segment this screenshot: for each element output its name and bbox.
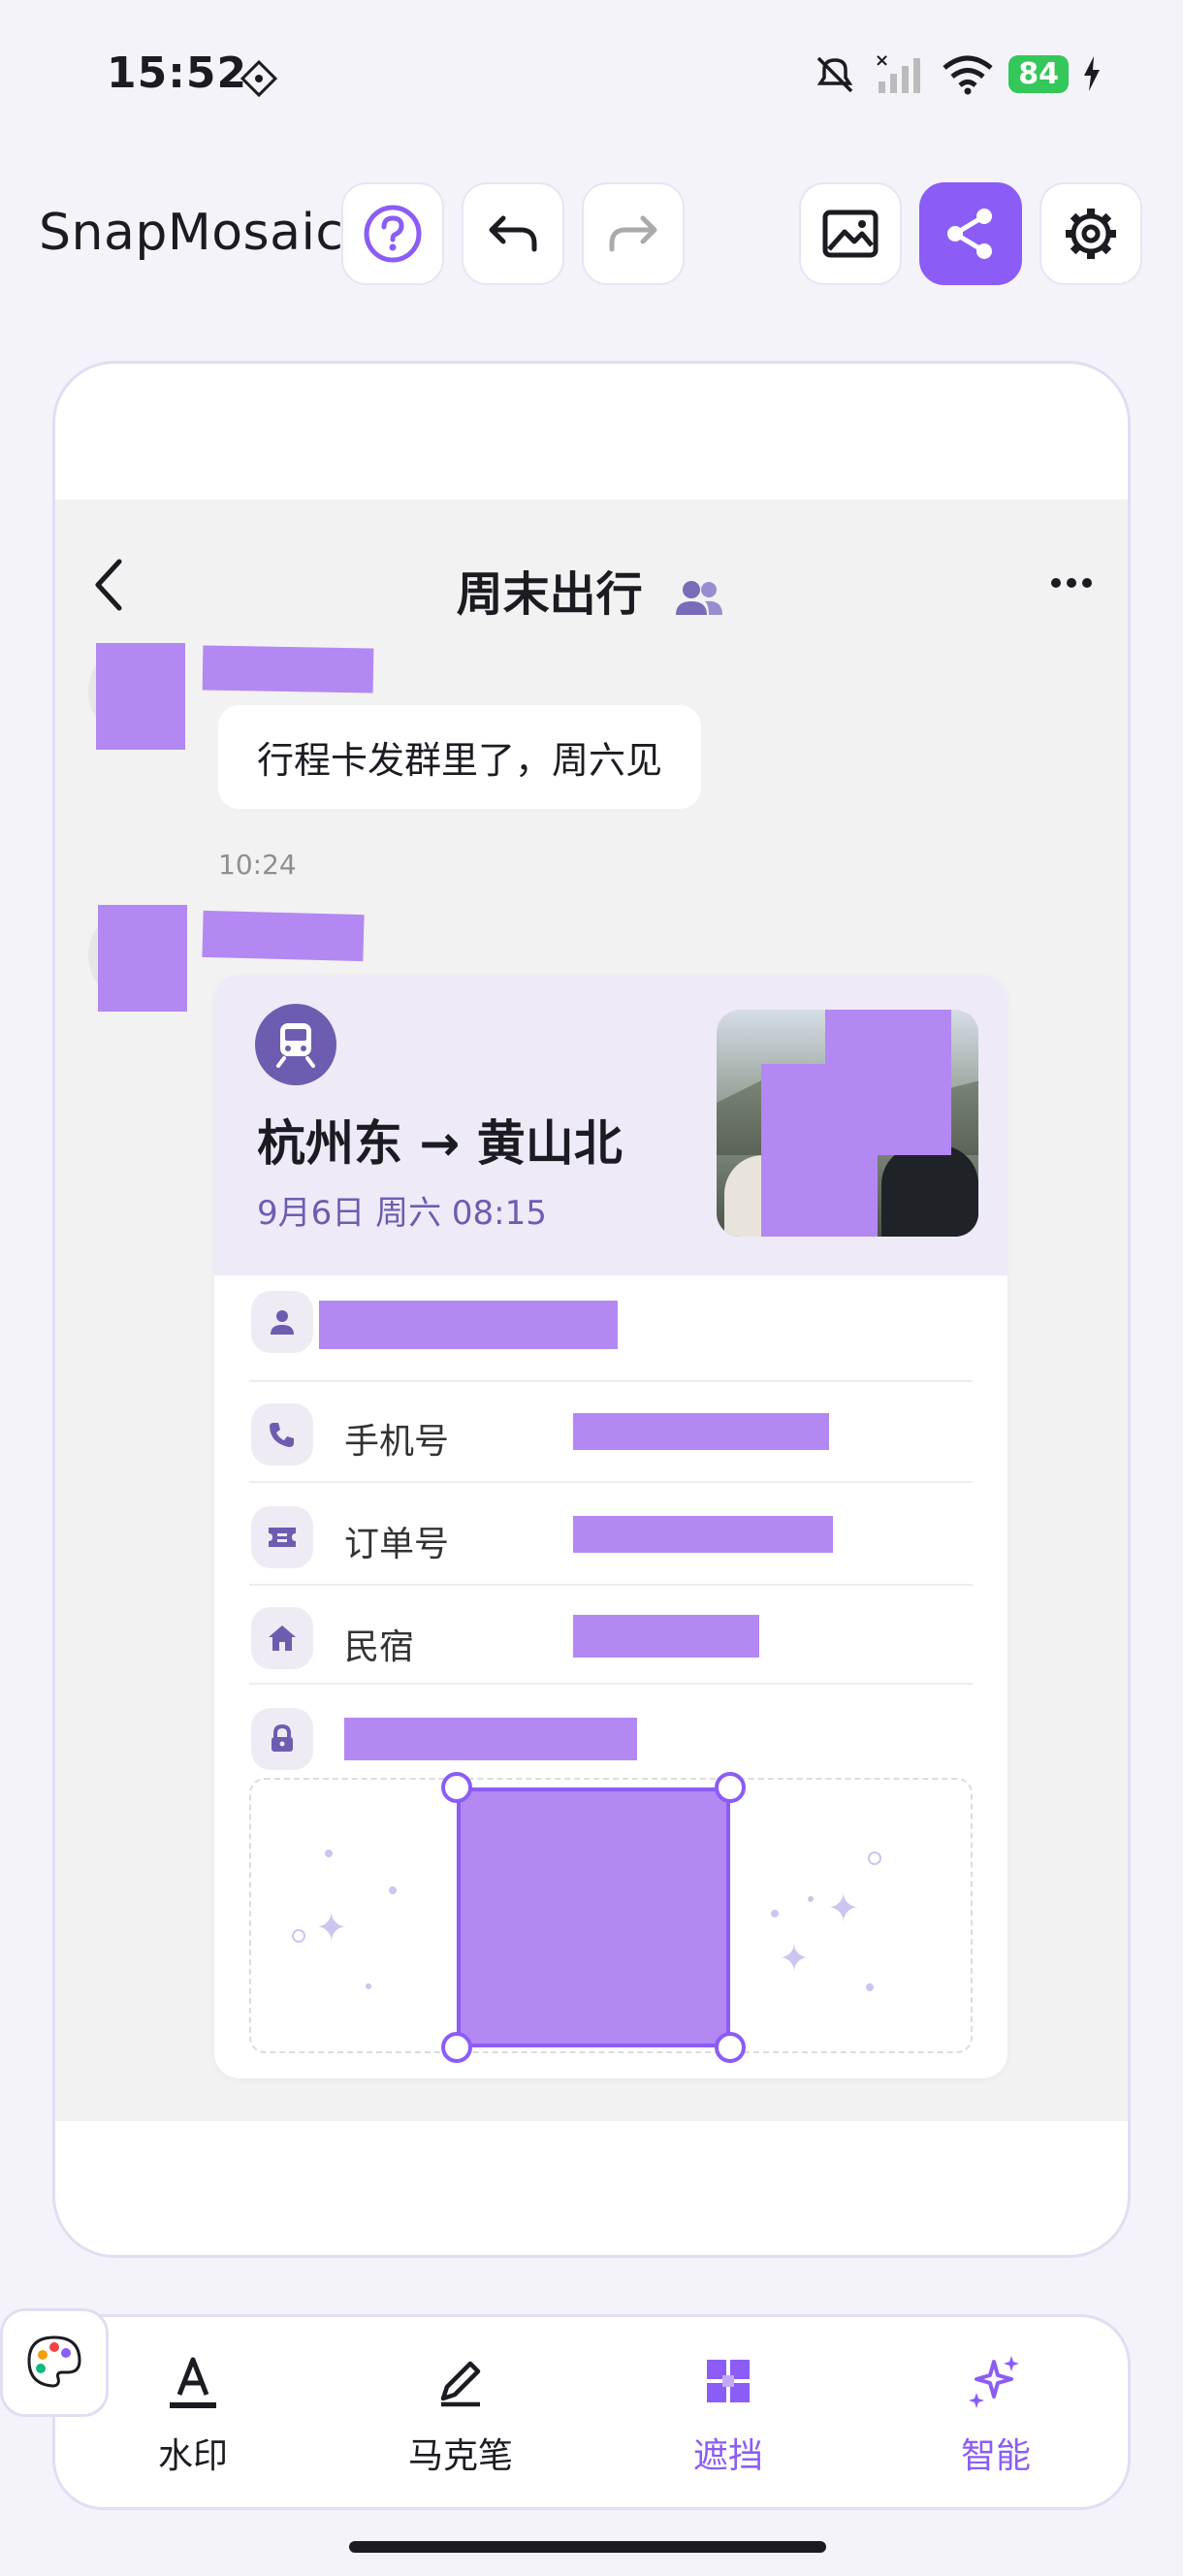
row-divider <box>249 1683 973 1685</box>
status-icons: × 84 <box>811 50 1102 97</box>
mosaic-redaction[interactable] <box>573 1516 833 1553</box>
row-divider <box>249 1481 973 1483</box>
color-palette-button[interactable] <box>0 2308 109 2417</box>
bottom-toolbar: 水印 马克笔 遮挡 智能 <box>52 2314 1131 2510</box>
more-options-icon <box>1051 578 1092 588</box>
app-notification-icon <box>240 59 278 98</box>
help-icon <box>364 205 422 263</box>
mosaic-redaction[interactable] <box>96 643 185 750</box>
gear-icon <box>1066 209 1116 259</box>
settings-button[interactable] <box>1039 182 1142 285</box>
phone-icon <box>251 1403 313 1465</box>
tool-label: 智能 <box>960 2436 1031 2476</box>
resize-handle-top-left[interactable] <box>441 1772 472 1803</box>
tool-mosaic[interactable]: 遮挡 <box>631 2350 825 2478</box>
chat-title: 周末出行 <box>55 556 1128 624</box>
active-mosaic-selection[interactable] <box>457 1787 730 2047</box>
svg-text:×: × <box>875 50 889 71</box>
lock-icon <box>251 1708 313 1770</box>
tool-label: 马克笔 <box>407 2436 513 2476</box>
redo-icon <box>609 215 657 252</box>
trip-card-header: 杭州东 → 黄山北 9月6日 周六 08:15 <box>214 975 1007 1275</box>
charging-icon <box>1084 56 1100 91</box>
home-icon <box>251 1607 313 1669</box>
image-button[interactable] <box>799 182 902 285</box>
tool-marker[interactable]: 马克笔 <box>364 2350 558 2478</box>
tool-smart[interactable]: 智能 <box>899 2350 1093 2478</box>
tool-label: 遮挡 <box>692 2436 763 2476</box>
trip-route: 杭州东 → 黄山北 <box>257 1115 623 1172</box>
train-badge <box>255 1004 336 1085</box>
undo-icon <box>489 215 537 252</box>
trip-date: 9月6日 周六 08:15 <box>257 1194 547 1233</box>
marker-pen-icon <box>440 2361 481 2407</box>
row-label-order: 订单号 <box>344 1525 450 1564</box>
text-watermark-icon <box>170 2357 216 2408</box>
sparkle-icon: ✦ <box>827 1886 860 1931</box>
status-time: 15:52 <box>107 48 248 98</box>
share-button[interactable] <box>919 182 1022 285</box>
sparkle-icon: ✦ <box>779 1937 810 1980</box>
resize-handle-top-right[interactable] <box>715 1772 746 1803</box>
trip-photo <box>717 1010 978 1237</box>
ticket-icon <box>251 1506 313 1568</box>
mosaic-redaction[interactable] <box>319 1301 618 1349</box>
resize-handle-bottom-left[interactable] <box>441 2032 472 2063</box>
mosaic-redaction[interactable] <box>344 1718 637 1760</box>
tool-label: 水印 <box>157 2436 228 2476</box>
message-time: 10:24 <box>218 849 297 881</box>
no-signal-icon: × <box>875 50 921 93</box>
row-label-homestay: 民宿 <box>344 1627 415 1667</box>
wifi-icon <box>943 55 993 95</box>
person-icon <box>251 1291 313 1353</box>
share-icon <box>947 209 992 259</box>
mosaic-redaction[interactable] <box>98 905 187 1012</box>
mosaic-redaction[interactable] <box>573 1413 829 1450</box>
row-label-phone: 手机号 <box>344 1422 450 1462</box>
mute-bell-icon <box>816 56 853 93</box>
group-icon <box>676 581 723 615</box>
help-button[interactable] <box>341 182 444 285</box>
home-indicator[interactable] <box>349 2541 826 2553</box>
sparkle-icon: ✦ <box>315 1906 348 1950</box>
redo-button[interactable] <box>582 182 685 285</box>
tool-watermark[interactable]: 水印 <box>96 2350 290 2478</box>
sparkle-ai-icon <box>969 2356 1019 2408</box>
row-divider <box>249 1380 973 1382</box>
editor-canvas[interactable]: 周末出行 行程卡发群里了，周六见 10:24 杭州东 → 黄山北 9月6日 周六… <box>52 361 1131 2258</box>
app-title: SnapMosaic <box>39 204 344 262</box>
train-icon <box>276 1023 315 1068</box>
battery-level: 84 <box>1008 54 1069 93</box>
screenshot-image[interactable]: 周末出行 行程卡发群里了，周六见 10:24 杭州东 → 黄山北 9月6日 周六… <box>55 499 1128 2121</box>
mosaic-redaction[interactable] <box>573 1615 759 1658</box>
mosaic-block-icon <box>707 2360 750 2402</box>
palette-icon <box>27 2335 81 2388</box>
message-bubble: 行程卡发群里了，周六见 <box>218 705 702 809</box>
row-divider <box>249 1584 973 1586</box>
undo-button[interactable] <box>462 182 564 285</box>
trip-card: 杭州东 → 黄山北 9月6日 周六 08:15 手机号 订单号 民宿 ✦ ✦ ✦ <box>214 975 1007 2078</box>
mosaic-redaction[interactable] <box>202 645 374 693</box>
mosaic-redaction[interactable] <box>202 910 365 962</box>
resize-handle-bottom-right[interactable] <box>715 2032 746 2063</box>
image-icon <box>822 209 879 258</box>
